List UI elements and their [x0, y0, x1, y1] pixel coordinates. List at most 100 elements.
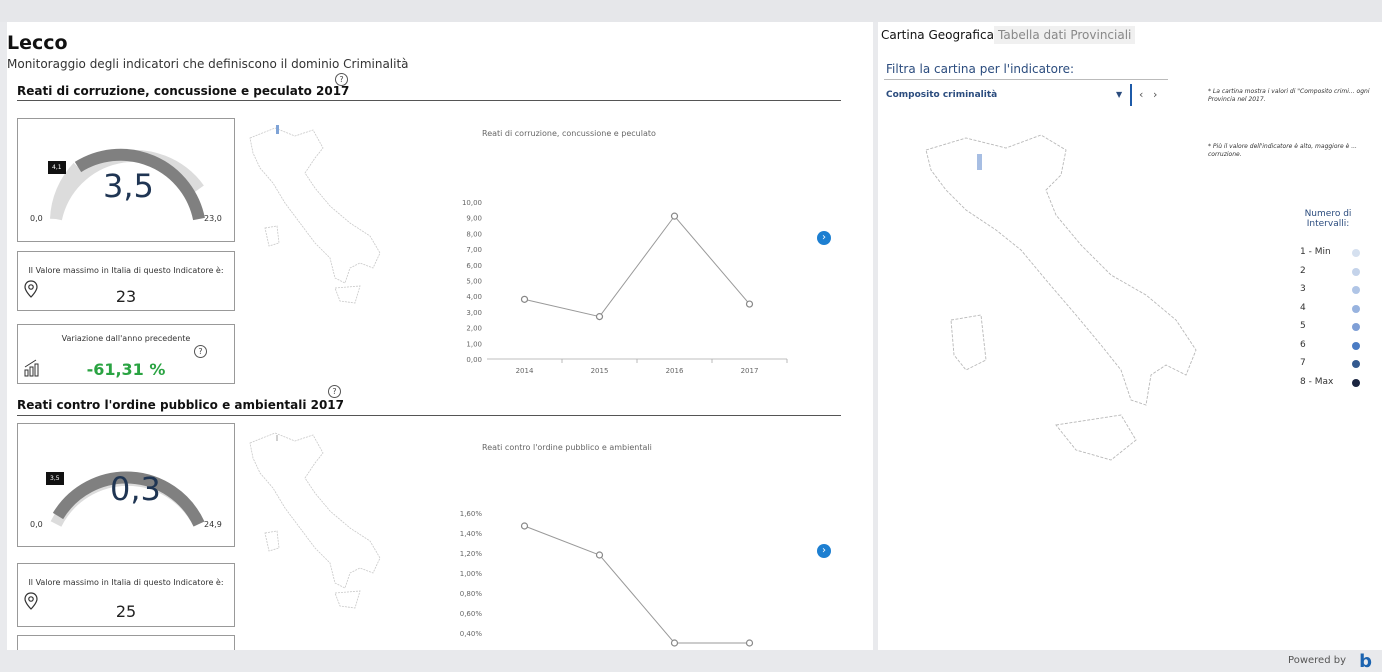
legend-label: 2: [1300, 265, 1306, 276]
gauge-card: 3,5 0,3 0,0 24,9: [17, 423, 235, 547]
dropdown-arrow-icon[interactable]: ▼: [1116, 90, 1122, 99]
section-title-corruzione: Reati di corruzione, concussione e pecul…: [17, 84, 350, 98]
legend-label: 3: [1300, 284, 1306, 294]
gauge-tag: 4,1: [48, 161, 66, 174]
legend-swatch: [1352, 341, 1360, 350]
gauge-card: 4,1 3,5 0,0 23,0: [17, 118, 235, 242]
data-point: [670, 639, 679, 647]
y-tick-label: 8,00: [466, 230, 482, 238]
next-chart-button[interactable]: ›: [817, 231, 831, 245]
next-arrow-icon[interactable]: ›: [1153, 88, 1157, 101]
y-tick-label: 1,00: [466, 340, 482, 348]
x-tick-label: 2015: [591, 367, 609, 375]
variation-value: -61,31 %: [86, 360, 166, 379]
max-value-label: Il Valore massimo in Italia di questo In…: [28, 266, 224, 275]
legend-label: 4: [1300, 302, 1306, 313]
help-icon[interactable]: ?: [194, 345, 207, 358]
y-tick-label: 6,00: [466, 262, 482, 270]
legend-swatch: [1352, 249, 1360, 257]
powered-by-text: Powered by: [1288, 655, 1346, 666]
brand-logo: b: [1359, 651, 1372, 672]
legend-swatch: [1352, 286, 1360, 294]
chart-title: Reati di corruzione, concussione e pecul…: [482, 129, 656, 138]
y-tick-label: 1,60%: [460, 510, 483, 518]
max-value-label: Il Valore massimo in Italia di questo In…: [28, 578, 224, 587]
legend-title: Numero di Intervalli:: [1304, 209, 1352, 229]
map-note: * Più il valore dell'indicatore è alto, …: [1208, 143, 1357, 158]
y-tick-label: 3,00: [466, 309, 482, 317]
variation-card: [17, 635, 235, 650]
y-tick-label: 0,80%: [460, 590, 483, 598]
y-tick-label: 0,40%: [460, 630, 483, 638]
legend-label: 8 - Max: [1300, 376, 1334, 387]
series-line: [524, 215, 750, 318]
help-icon[interactable]: ?: [335, 73, 348, 86]
data-point: [595, 313, 604, 321]
section-title-ordine-pubblico: Reati contro l'ordine pubblico e ambient…: [17, 398, 345, 412]
chart-title: Reati contro l'ordine pubblico e ambient…: [482, 443, 652, 452]
data-point: [595, 551, 604, 559]
italy-map-thumbnail: [249, 125, 381, 304]
page-subtitle: Monitoraggio degli indicatori che defini…: [7, 57, 409, 71]
gauge-value: 3,5: [103, 167, 154, 205]
x-tick-label: 2017: [741, 367, 759, 375]
line-chart-corruzione: 0,00 1,00 2,00 3,00 4,00 5,00 6,00 7,00 8,00 9,00…: [462, 199, 788, 375]
section-divider: [17, 100, 841, 101]
y-tick-label: 1,40%: [460, 530, 483, 538]
series-line: [524, 525, 750, 644]
y-tick-label: 0,00: [466, 356, 482, 364]
max-value: 23: [115, 287, 137, 306]
legend-swatch: [1352, 267, 1360, 276]
next-chart-button[interactable]: ›: [817, 544, 831, 558]
footer: Powered by b: [0, 650, 1382, 672]
gauge-min: 0,0: [30, 214, 43, 223]
x-tick-label: 2014: [516, 367, 534, 375]
y-tick-label: 5,00: [466, 278, 482, 286]
map-note: * La cartina mostra i valori di "Composi…: [1208, 88, 1370, 103]
page-title: Lecco: [7, 32, 68, 54]
legend-swatch: [1352, 360, 1360, 368]
help-icon[interactable]: ?: [328, 385, 341, 398]
legend-label: 6: [1300, 339, 1306, 350]
data-point: [520, 295, 529, 303]
variation-label: Variazione dall'anno precedente: [61, 334, 191, 343]
max-value-card: Il Valore massimo in Italia di questo In…: [17, 251, 235, 311]
y-tick-label: 1,20%: [460, 550, 483, 558]
variation-card: Variazione dall'anno precedente ? -61,31…: [17, 324, 235, 384]
gauge-tag: 3,5: [46, 472, 64, 485]
italy-map-thumbnail: [249, 432, 381, 609]
indicators-panel: Lecco Monitoraggio degli indicatori che …: [7, 22, 873, 650]
gauge-min: 0,0: [30, 520, 43, 529]
data-point: [745, 300, 754, 308]
tab-tabella-dati[interactable]: Tabella dati Provinciali: [994, 26, 1136, 44]
legend-swatch: [1352, 304, 1360, 313]
y-tick-label: 10,00: [462, 199, 482, 207]
gauge-max: 23,0: [204, 214, 222, 223]
top-bar: [0, 0, 1382, 22]
prev-arrow-icon[interactable]: ‹: [1139, 88, 1143, 101]
legend-swatch: [1352, 378, 1360, 387]
data-point: [670, 212, 679, 220]
map-panel: Cartina Geografica Tabella dati Provinci…: [878, 22, 1382, 650]
x-tick-label: 2016: [666, 367, 684, 375]
data-point: [520, 522, 529, 530]
legend-label: 7: [1300, 358, 1306, 368]
y-tick-label: 4,00: [466, 293, 482, 301]
gauge-value: 0,3: [110, 470, 161, 508]
legend-label: 1 - Min: [1300, 247, 1331, 257]
y-tick-label: 1,00%: [460, 570, 483, 578]
indicator-select[interactable]: Composito criminalità: [886, 90, 997, 100]
section-divider: [17, 415, 841, 416]
gauge-max: 24,9: [204, 520, 222, 529]
legend-label: 5: [1300, 321, 1306, 331]
y-tick-label: 7,00: [466, 246, 482, 254]
y-tick-label: 0,60%: [460, 610, 483, 618]
filter-divider: [884, 79, 1168, 80]
italy-map[interactable]: [896, 120, 1226, 490]
line-chart-ordine-pubblico: 0,20%0,40%0,60%0,80%1,00%1,20%1,40%1,60%: [460, 510, 754, 647]
y-tick-label: 9,00: [466, 215, 482, 223]
legend-swatch: [1352, 323, 1360, 331]
tab-cartina-geografica[interactable]: Cartina Geografica: [881, 28, 994, 42]
max-value: 25: [115, 602, 137, 621]
filter-label: Filtra la cartina per l'indicatore:: [886, 62, 1075, 76]
